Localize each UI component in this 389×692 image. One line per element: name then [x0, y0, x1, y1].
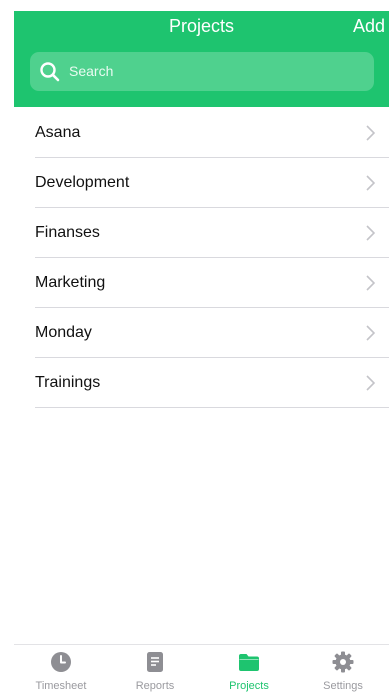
- project-name: Development: [35, 174, 130, 191]
- add-project-button[interactable]: Add: [353, 16, 385, 36]
- chevron-right-icon: [366, 375, 375, 391]
- project-row-finanses[interactable]: Finanses: [0, 208, 389, 258]
- tab-label: Projects: [229, 680, 269, 692]
- chevron-right-icon: [366, 175, 375, 191]
- clock-icon: [51, 652, 71, 672]
- row-separator: [35, 407, 389, 408]
- project-row-monday[interactable]: Monday: [0, 308, 389, 358]
- nav-header: Projects Add Search: [14, 11, 389, 107]
- chevron-right-icon: [366, 325, 375, 341]
- chevron-right-icon: [366, 125, 375, 141]
- project-name: Trainings: [35, 374, 101, 391]
- project-row-trainings[interactable]: Trainings: [0, 358, 389, 408]
- tab-projects[interactable]: Projects: [204, 645, 294, 692]
- chevron-right-icon: [366, 275, 375, 291]
- search-placeholder: Search: [69, 63, 114, 79]
- project-name: Marketing: [35, 274, 106, 291]
- tab-reports[interactable]: Reports: [110, 645, 200, 692]
- search-icon: [40, 62, 60, 82]
- search-field[interactable]: Search: [30, 52, 374, 91]
- tab-label: Settings: [323, 680, 363, 692]
- tab-label: Reports: [135, 680, 175, 692]
- tab-bar: Timesheet Reports Projects Settings: [14, 644, 389, 692]
- project-name: Monday: [35, 324, 92, 341]
- project-row-marketing[interactable]: Marketing: [0, 258, 389, 308]
- project-name: Finanses: [35, 224, 100, 241]
- status-bar: [0, 0, 389, 11]
- gear-icon: [332, 651, 354, 673]
- tab-settings[interactable]: Settings: [298, 645, 388, 692]
- project-name: Asana: [35, 124, 81, 141]
- tab-timesheet[interactable]: Timesheet: [16, 645, 106, 692]
- chevron-right-icon: [366, 225, 375, 241]
- folder-icon: [239, 654, 259, 671]
- project-row-asana[interactable]: Asana: [0, 108, 389, 158]
- tab-label: Timesheet: [35, 680, 87, 692]
- projects-list: Asana Development Finanses Marketing Mon…: [0, 108, 389, 408]
- document-icon: [147, 652, 163, 672]
- project-row-development[interactable]: Development: [0, 158, 389, 208]
- page-title: Projects: [168, 16, 235, 36]
